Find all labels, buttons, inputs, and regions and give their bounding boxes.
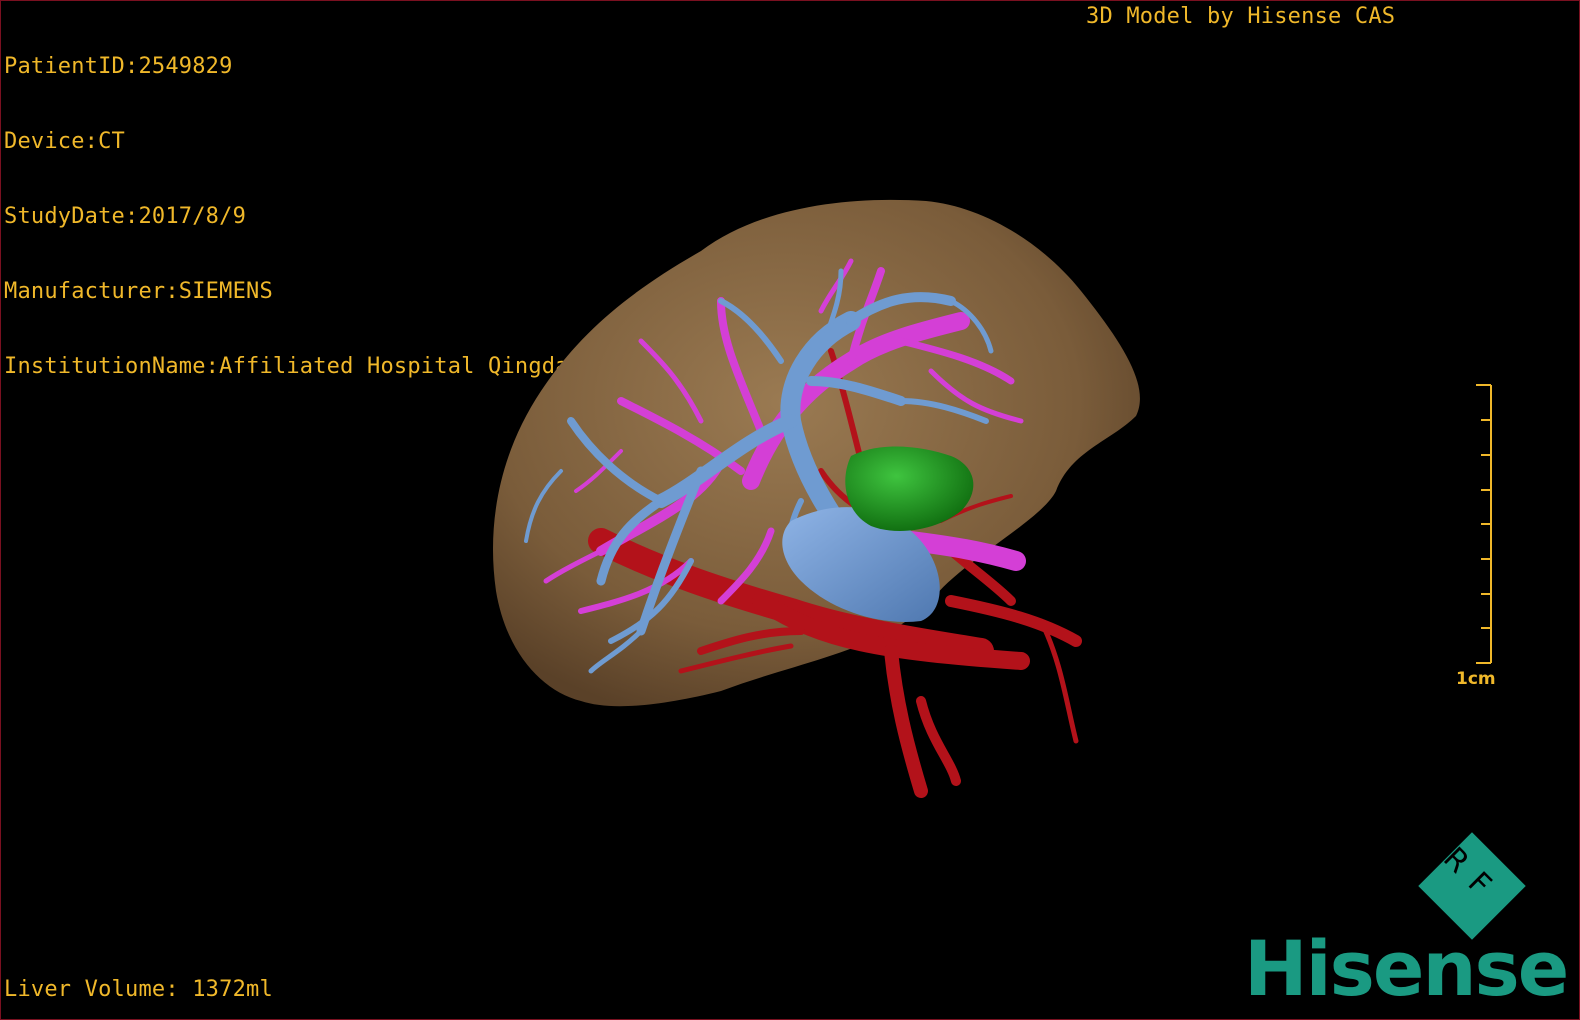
hisense-logo: Hisense [1244,924,1569,1013]
3d-viewport[interactable]: PatientID:2549829 Device:CT StudyDate:20… [0,0,1580,1020]
scale-bar [1476,384,1492,664]
liver-volume: Liver Volume: 1372ml [4,977,273,1002]
scale-label: 1cm [1456,669,1496,689]
scale-ticks [1476,384,1492,664]
